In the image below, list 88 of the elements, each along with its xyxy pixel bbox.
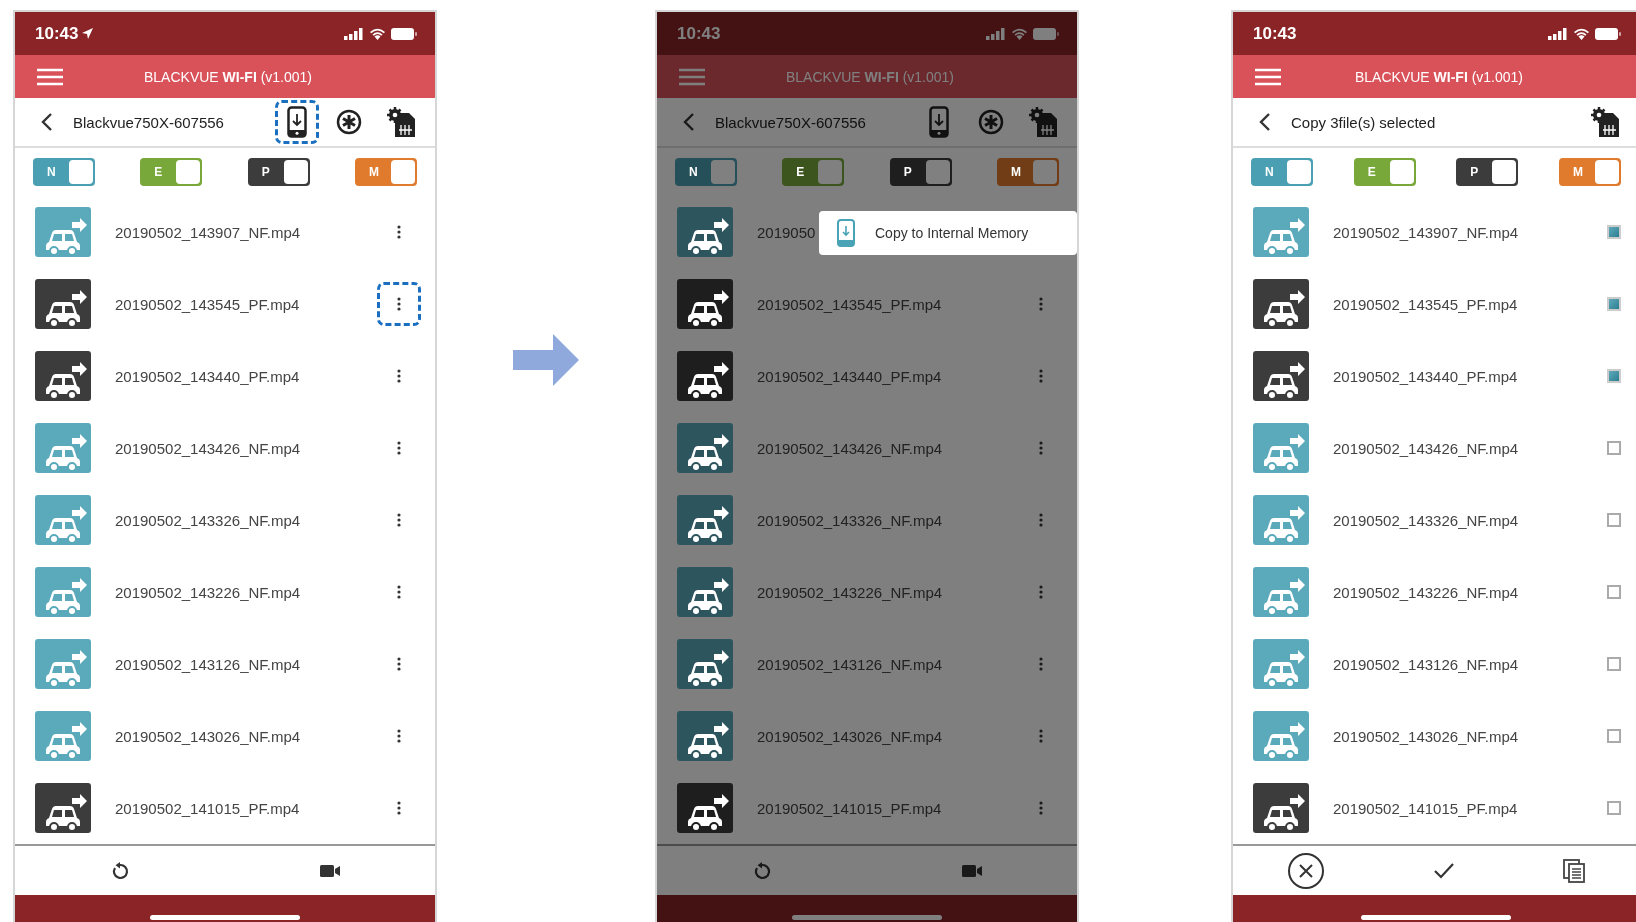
file-name[interactable]: 20190502_143907_NF.mp4 xyxy=(115,223,377,241)
app-title: BLACKVUE WI-FI (v1.001) xyxy=(1353,68,1525,85)
more-vertical-icon xyxy=(1039,585,1043,599)
checkbox[interactable] xyxy=(1607,585,1621,599)
app-title: BLACKVUE WI-FI (v1.001) xyxy=(142,68,314,85)
device-title: Copy 3file(s) selected xyxy=(1291,113,1437,131)
file-name[interactable]: 20190502_141015_PF.mp4 xyxy=(115,799,377,817)
status-time: 10:43 xyxy=(35,23,79,44)
signal-icon xyxy=(344,27,364,40)
phone-download-icon xyxy=(837,219,855,247)
filter-toggle[interactable]: E xyxy=(782,158,845,186)
file-name[interactable]: 20190502_143326_NF.mp4 xyxy=(115,511,377,529)
more-vertical-icon xyxy=(1039,441,1043,455)
asterisk-circle-icon xyxy=(978,109,1004,135)
filter-toggle[interactable]: P xyxy=(247,158,310,186)
more-vertical-icon xyxy=(1039,369,1043,383)
gear-sd-card-icon xyxy=(1591,107,1619,137)
file-name[interactable]: 20190502_143326_NF.mp4 xyxy=(1333,511,1607,529)
file-name[interactable]: 20190502_143226_NF.mp4 xyxy=(1333,583,1607,601)
file-name[interactable]: 20190502_143126_NF.mp4 xyxy=(757,655,1019,673)
checkbox[interactable] xyxy=(1607,657,1621,671)
battery-icon xyxy=(1595,27,1621,40)
file-name[interactable]: 20190502_143226_NF.mp4 xyxy=(115,583,377,601)
file-name[interactable]: 20190502_143026_NF.mp4 xyxy=(1333,727,1607,745)
file-name[interactable]: 20190502_143126_NF.mp4 xyxy=(1333,655,1607,673)
checkbox[interactable] xyxy=(1607,225,1621,239)
checkbox[interactable] xyxy=(1607,801,1621,815)
filter-toggle[interactable]: M xyxy=(997,158,1059,186)
checkbox[interactable] xyxy=(1607,513,1621,527)
checkbox[interactable] xyxy=(1607,297,1621,311)
filter-toggle[interactable]: N xyxy=(675,158,737,186)
filter-toggle[interactable]: P xyxy=(1456,158,1519,186)
file-name[interactable]: 20190502_141015_PF.mp4 xyxy=(757,799,1019,817)
file-name[interactable]: 20190502_143545_PF.mp4 xyxy=(115,295,377,313)
file-name[interactable]: 20190502_143226_NF.mp4 xyxy=(757,583,1019,601)
file-name[interactable]: 20190502_141015_PF.mp4 xyxy=(1333,799,1607,817)
device-title: Blackvue750X-607556 xyxy=(73,113,225,131)
file-name[interactable]: 20190502_143440_PF.mp4 xyxy=(115,367,377,385)
gear-sd-card-icon xyxy=(387,107,415,137)
file-name[interactable]: 20190502_143326_NF.mp4 xyxy=(757,511,1019,529)
more-vertical-icon xyxy=(397,369,401,383)
wifi-icon xyxy=(369,27,386,40)
file-name[interactable]: 20190502_143426_NF.mp4 xyxy=(757,439,1019,457)
battery-icon xyxy=(1033,27,1059,40)
status-time: 10:43 xyxy=(1253,23,1297,44)
app-title: BLACKVUE WI-FI (v1.001) xyxy=(784,68,956,85)
filter-toggle[interactable]: P xyxy=(889,158,952,186)
more-vertical-icon xyxy=(397,729,401,743)
file-name[interactable]: 20190502_143545_PF.mp4 xyxy=(757,295,1019,313)
more-vertical-icon xyxy=(397,585,401,599)
checkbox[interactable] xyxy=(1607,441,1621,455)
right-arrow-icon xyxy=(513,334,579,386)
more-vertical-icon xyxy=(397,801,401,815)
more-vertical-icon xyxy=(1039,801,1043,815)
copy-to-memory-menu-item[interactable]: Copy to Internal Memory xyxy=(819,211,1077,255)
phone-download-button[interactable] xyxy=(275,100,319,144)
more-vertical-icon xyxy=(1039,513,1043,527)
battery-icon xyxy=(391,27,417,40)
wifi-icon xyxy=(1573,27,1590,40)
phone-download-icon xyxy=(929,106,949,138)
wifi-icon xyxy=(1011,27,1028,40)
file-name[interactable]: 20190502_143026_NF.mp4 xyxy=(757,727,1019,745)
checkbox[interactable] xyxy=(1607,369,1621,383)
more-vertical-icon xyxy=(397,513,401,527)
status-time: 10:43 xyxy=(677,23,721,44)
more-vertical-icon xyxy=(397,297,401,311)
more-vertical-icon xyxy=(397,441,401,455)
file-name[interactable]: 20190502_143907_NF.mp4 xyxy=(1333,223,1607,241)
signal-icon xyxy=(1548,27,1568,40)
more-vertical-icon xyxy=(1039,729,1043,743)
file-name[interactable]: 20190502_143545_PF.mp4 xyxy=(1333,295,1607,313)
more-vertical-icon xyxy=(1039,657,1043,671)
more-options-button[interactable] xyxy=(377,282,421,326)
gear-sd-card-icon xyxy=(1029,107,1057,137)
file-name[interactable]: 20190502_143440_PF.mp4 xyxy=(1333,367,1607,385)
device-title: Blackvue750X-607556 xyxy=(715,113,867,131)
file-name[interactable]: 20190502_143026_NF.mp4 xyxy=(115,727,377,745)
signal-icon xyxy=(986,27,1006,40)
more-vertical-icon xyxy=(397,657,401,671)
file-name[interactable]: 20190502_143126_NF.mp4 xyxy=(115,655,377,673)
file-name[interactable]: 20190502_143426_NF.mp4 xyxy=(1333,439,1607,457)
more-vertical-icon xyxy=(1039,297,1043,311)
file-name[interactable]: 20190502_143426_NF.mp4 xyxy=(115,439,377,457)
asterisk-circle-icon xyxy=(336,109,362,135)
file-name[interactable]: 20190502_143440_PF.mp4 xyxy=(757,367,1019,385)
phone-download-icon xyxy=(287,106,307,138)
checkbox[interactable] xyxy=(1607,729,1621,743)
more-vertical-icon xyxy=(397,225,401,239)
